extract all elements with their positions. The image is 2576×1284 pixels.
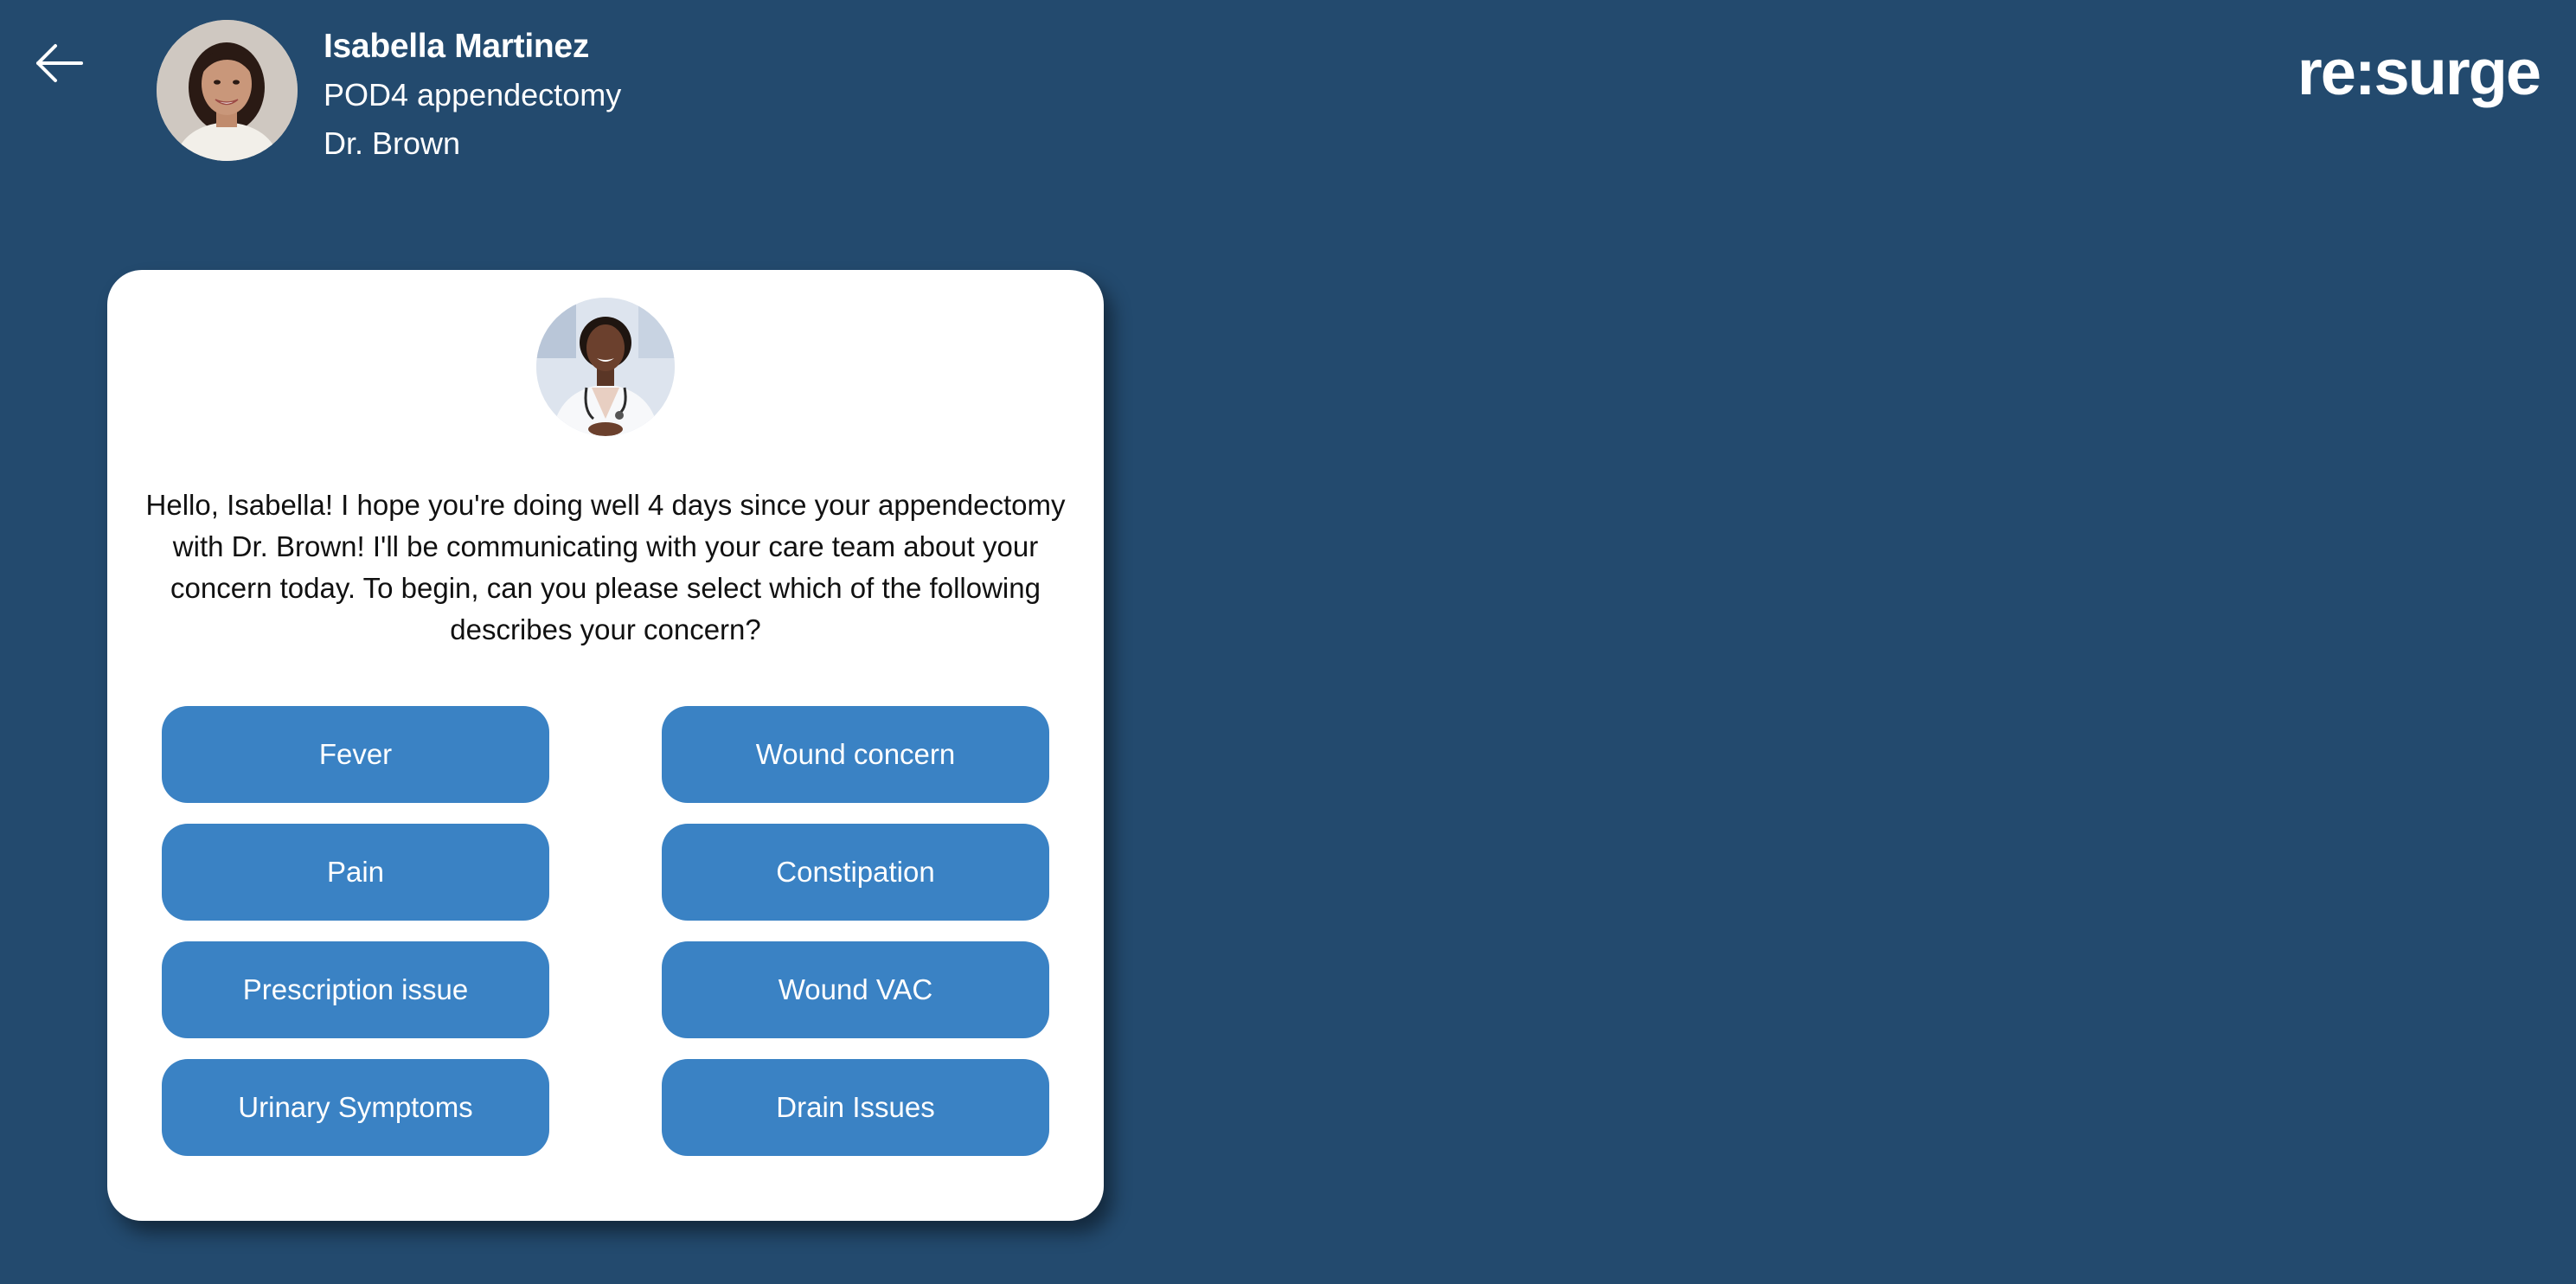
- arrow-left-icon: [36, 44, 83, 82]
- doctor-avatar: [536, 298, 675, 436]
- patient-name: Isabella Martinez: [324, 28, 590, 65]
- concern-options: Fever Wound concern Pain Constipation Pr…: [162, 706, 1049, 1156]
- patient-procedure: POD4 appendectomy: [324, 77, 622, 112]
- option-drain-issues-button[interactable]: Drain Issues: [662, 1059, 1049, 1156]
- back-button[interactable]: [33, 36, 87, 90]
- option-urinary-symptoms-button[interactable]: Urinary Symptoms: [162, 1059, 549, 1156]
- brand-logo: re:surge: [2297, 36, 2541, 108]
- option-prescription-issue-button[interactable]: Prescription issue: [162, 941, 549, 1038]
- assistant-message: Hello, Isabella! I hope you're doing wel…: [145, 489, 1066, 645]
- option-pain-button[interactable]: Pain: [162, 824, 549, 921]
- patient-avatar: [157, 20, 298, 161]
- patient-doctor: Dr. Brown: [324, 125, 461, 161]
- patient-info: Isabella Martinez POD4 appendectomy Dr. …: [324, 22, 621, 168]
- option-wound-concern-button[interactable]: Wound concern: [662, 706, 1049, 803]
- chat-card: Hello, Isabella! I hope you're doing wel…: [107, 270, 1104, 1221]
- option-wound-vac-button[interactable]: Wound VAC: [662, 941, 1049, 1038]
- option-fever-button[interactable]: Fever: [162, 706, 549, 803]
- option-constipation-button[interactable]: Constipation: [662, 824, 1049, 921]
